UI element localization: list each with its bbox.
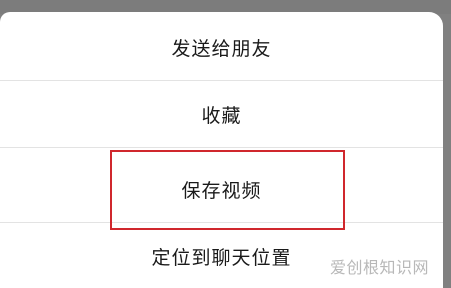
menu-item-label: 保存视频	[181, 179, 262, 202]
menu-item-send-to-friend[interactable]: 发送给朋友	[0, 14, 443, 80]
menu-item-label: 发送给朋友	[171, 37, 272, 60]
menu-item-label: 定位到聊天位置	[151, 246, 292, 269]
menu-item-save-video[interactable]: 保存视频	[0, 156, 443, 222]
menu-item-favorite[interactable]: 收藏	[0, 81, 443, 147]
watermark-text: 爱创根知识网	[329, 258, 429, 277]
menu-item-label: 收藏	[201, 104, 242, 127]
menu-divider	[0, 147, 443, 148]
action-sheet: 发送给朋友 收藏 保存视频 定位到聊天位置	[0, 12, 443, 288]
